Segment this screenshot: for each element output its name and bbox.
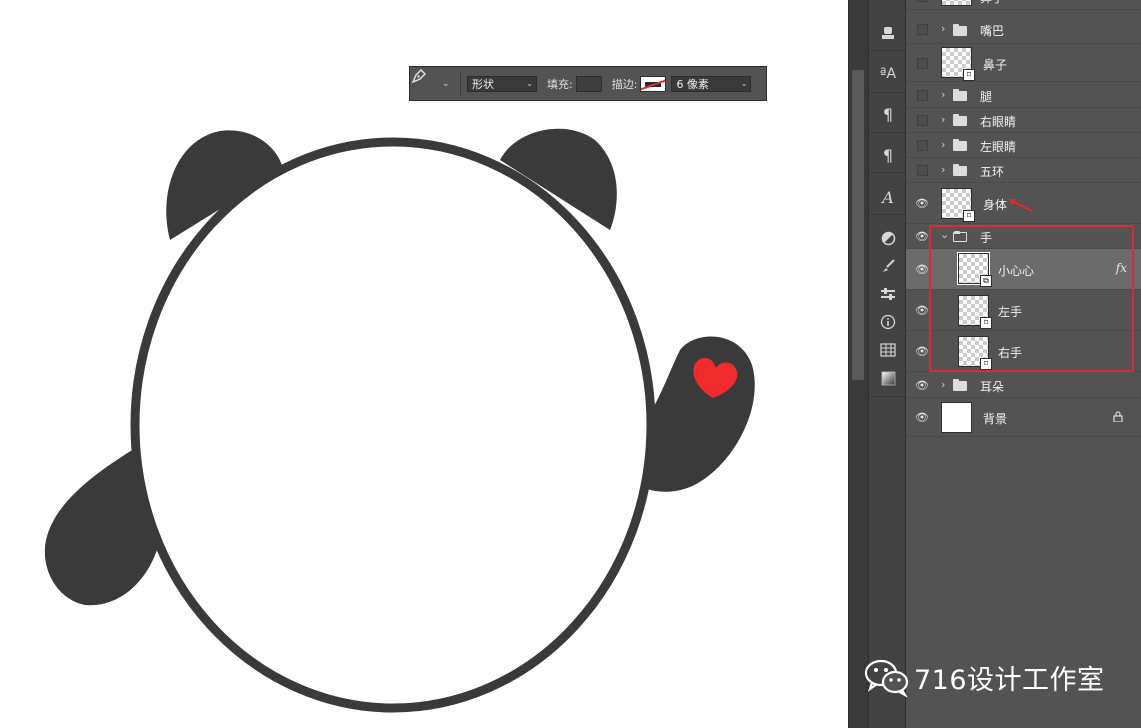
table-icon[interactable] (869, 337, 907, 363)
chevron-right-icon[interactable]: › (941, 138, 945, 151)
eye-icon: 👁 (915, 378, 929, 392)
document-canvas[interactable]: ⌄ 形状 ⌄ 填充: 描边: 6 像素 ⌄ (0, 0, 848, 728)
chevron-right-icon[interactable]: › (941, 163, 945, 176)
tool-mode-select[interactable]: 形状 ⌄ (467, 75, 537, 92)
chevron-down-icon: ⌄ (740, 79, 748, 88)
folder-icon (953, 139, 967, 151)
layer-name: 身体 (983, 198, 1008, 212)
chevron-down-icon: ⌄ (526, 79, 533, 88)
pen-options-bar: ⌄ 形状 ⌄ 填充: 描边: 6 像素 ⌄ (409, 66, 767, 101)
chevron-right-icon[interactable]: › (941, 113, 945, 126)
properties-icon[interactable] (869, 281, 907, 307)
paragraph-icon[interactable]: ¶ (869, 142, 907, 168)
eye-icon: 👁 (915, 197, 929, 210)
panda-body (130, 137, 656, 713)
lock-icon[interactable] (1113, 411, 1123, 425)
layer-thumbnail (941, 0, 972, 6)
layer-name: 背景 (983, 412, 1008, 426)
wechat-icon (864, 659, 909, 697)
layer-name: 鼻子 (980, 0, 1004, 6)
character-style-icon[interactable]: ªA (869, 61, 907, 87)
layer-group-row[interactable]: › 嘴巴 (906, 16, 1141, 44)
layer-group-row[interactable]: 👁 › 耳朵 (906, 373, 1141, 398)
visibility-toggle[interactable] (906, 45, 938, 81)
annotation-arrow-icon (1008, 199, 1033, 212)
layer-thumbnail: ⌑ (941, 47, 975, 81)
brush-settings-icon[interactable] (869, 253, 907, 279)
visibility-toggle[interactable]: 👁 (906, 373, 938, 397)
stroke-label: 描边: (611, 77, 638, 91)
visibility-toggle[interactable]: 👁 (906, 184, 938, 223)
panel-scrollbar[interactable] (848, 0, 868, 728)
glyphs-icon[interactable]: A (869, 184, 907, 210)
chevron-right-icon[interactable]: › (941, 22, 945, 35)
chevron-right-icon[interactable]: › (941, 378, 945, 391)
panel-icon-strip: ªA ¶ ¶ A (868, 0, 906, 728)
fill-label: 填充: (547, 77, 573, 91)
layer-row[interactable]: 鼻子 (906, 0, 1141, 10)
toolbar-divider (460, 71, 461, 96)
layer-name: 五环 (980, 165, 1005, 179)
layer-name: 嘴巴 (980, 24, 1005, 38)
fill-swatch[interactable] (575, 75, 602, 92)
layer-name: 腿 (980, 90, 993, 104)
layer-group-row[interactable]: › 腿 (906, 83, 1141, 108)
gradient-icon[interactable] (869, 365, 907, 391)
visibility-toggle[interactable] (906, 83, 938, 107)
scrollbar-thumb[interactable] (852, 70, 864, 380)
eye-icon: 👁 (915, 345, 929, 358)
watermark: 716设计工作室 (864, 655, 1105, 699)
pen-tool-button[interactable] (410, 67, 442, 100)
photoshop-window: ⌄ 形状 ⌄ 填充: 描边: 6 像素 ⌄ ªA ¶ ¶ A › 嘴巴 ⌑ 鼻子… (0, 0, 1141, 728)
shape-layer-icon: ⌑ (963, 210, 975, 222)
layer-row[interactable]: ⌑ 鼻子 (906, 45, 1141, 82)
stamp-icon[interactable] (869, 20, 907, 46)
stroke-size-field[interactable]: 6 像素 ⌄ (671, 75, 752, 92)
adjustments-icon[interactable] (869, 225, 907, 251)
visibility-toggle[interactable] (906, 133, 938, 157)
visibility-toggle[interactable] (906, 158, 938, 182)
paragraph-style-icon[interactable]: ¶ (869, 101, 907, 127)
visibility-toggle[interactable]: 👁 (906, 399, 938, 436)
eye-icon: 👁 (915, 411, 929, 424)
right-hand (638, 336, 755, 492)
annotation-highlight-box (929, 225, 1134, 372)
layer-name: 鼻子 (983, 58, 1008, 72)
pen-icon (411, 69, 426, 84)
layer-row[interactable]: 👁 ⌑ 身体 (906, 184, 1141, 224)
visibility-toggle[interactable] (906, 108, 938, 132)
eye-icon: 👁 (915, 304, 929, 317)
layer-name: 右眼睛 (980, 115, 1017, 129)
folder-icon (953, 114, 967, 126)
shape-layer-icon: ⌑ (963, 69, 975, 81)
eye-icon: 👁 (915, 230, 929, 243)
chevron-down-icon[interactable]: ⌄ (442, 79, 454, 89)
folder-icon (953, 24, 967, 36)
folder-icon (953, 379, 967, 391)
stroke-swatch[interactable] (640, 75, 667, 92)
panda-artwork (44, 128, 755, 713)
chevron-right-icon[interactable]: › (941, 88, 945, 101)
layer-group-row[interactable]: › 右眼睛 (906, 108, 1141, 133)
stroke-size-value: 6 像素 (676, 77, 709, 91)
info-icon[interactable] (869, 309, 907, 335)
watermark-text: 716设计工作室 (914, 664, 1105, 696)
layer-group-row[interactable]: › 左眼睛 (906, 133, 1141, 158)
eye-icon: 👁 (915, 262, 929, 276)
folder-icon (953, 164, 967, 176)
layer-thumbnail (941, 402, 972, 433)
layer-group-row[interactable]: › 五环 (906, 158, 1141, 183)
tool-mode-value: 形状 (472, 77, 494, 91)
visibility-toggle[interactable] (906, 16, 938, 43)
layer-name: 左眼睛 (980, 140, 1017, 154)
layer-row-background[interactable]: 👁 背景 (906, 399, 1141, 437)
folder-icon (953, 89, 967, 101)
visibility-toggle[interactable] (906, 0, 938, 9)
layer-thumbnail: ⌑ (941, 188, 975, 222)
layer-name: 耳朵 (980, 380, 1005, 394)
